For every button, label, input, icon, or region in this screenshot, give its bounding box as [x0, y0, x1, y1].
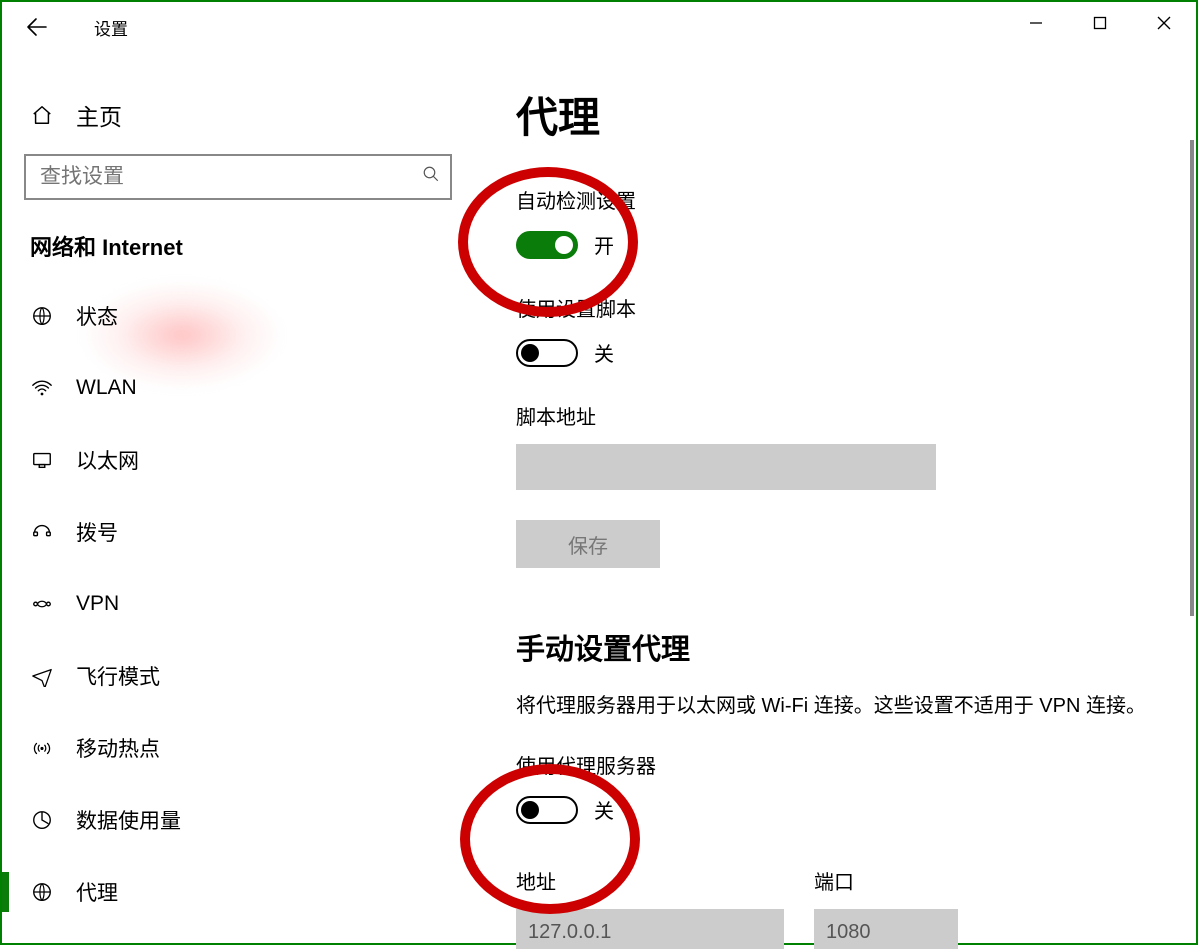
use-proxy-state: 关	[594, 795, 614, 824]
page-title: 代理	[516, 84, 1176, 145]
sidebar-item-status[interactable]: 状态	[2, 280, 474, 352]
sidebar-item-label: 移动热点	[76, 733, 160, 763]
app-title: 设置	[94, 15, 128, 40]
proxy-address-input	[516, 909, 784, 949]
auto-detect-label: 自动检测设置	[516, 185, 1176, 214]
wifi-icon	[30, 376, 54, 400]
hotspot-icon	[30, 736, 54, 760]
proxy-icon	[30, 880, 54, 904]
minimize-button[interactable]	[1004, 2, 1068, 44]
category-title: 网络和 Internet	[2, 200, 474, 280]
search-icon	[422, 165, 440, 189]
use-script-state: 关	[594, 338, 614, 367]
sidebar-item-vpn[interactable]: VPN	[2, 568, 474, 640]
sidebar-item-hotspot[interactable]: 移动热点	[2, 712, 474, 784]
sidebar-item-label: 状态	[76, 301, 118, 331]
content-pane: 代理 自动检测设置 开 使用设置脚本 关 脚本地址 保存 手动设置代理 将代理服…	[474, 52, 1196, 943]
status-icon	[30, 304, 54, 328]
address-label: 地址	[516, 866, 784, 895]
port-label: 端口	[814, 866, 958, 895]
use-script-toggle[interactable]	[516, 339, 578, 367]
sidebar-item-proxy[interactable]: 代理	[2, 856, 474, 928]
maximize-icon	[1093, 16, 1107, 30]
save-button-disabled: 保存	[516, 520, 660, 568]
sidebar-item-label: 代理	[76, 877, 118, 907]
save-button-label: 保存	[568, 530, 608, 559]
use-proxy-toggle[interactable]	[516, 796, 578, 824]
sidebar-item-label: 拨号	[76, 517, 118, 547]
sidebar: 主页 网络和 Internet 状态 WLAN	[2, 52, 474, 943]
close-button[interactable]	[1132, 2, 1196, 44]
home-label: 主页	[76, 98, 122, 132]
back-button[interactable]	[24, 7, 64, 47]
settings-window: 设置 主页	[0, 0, 1198, 945]
use-proxy-label: 使用代理服务器	[516, 750, 1176, 779]
auto-detect-state: 开	[594, 230, 614, 259]
sidebar-item-label: WLAN	[76, 376, 137, 400]
script-address-input	[516, 444, 936, 490]
proxy-port-input	[814, 909, 958, 949]
manual-section-desc: 将代理服务器用于以太网或 Wi-Fi 连接。这些设置不适用于 VPN 连接。	[516, 690, 1154, 722]
sidebar-item-dialup[interactable]: 拨号	[2, 496, 474, 568]
close-icon	[1157, 16, 1171, 30]
sidebar-item-label: 以太网	[76, 445, 139, 475]
search-box[interactable]	[24, 154, 452, 200]
minimize-icon	[1029, 16, 1043, 30]
sidebar-item-label: 飞行模式	[76, 661, 160, 691]
sidebar-item-label: VPN	[76, 592, 119, 616]
vpn-icon	[30, 592, 54, 616]
search-input[interactable]	[38, 164, 422, 190]
auto-detect-toggle[interactable]	[516, 231, 578, 259]
sidebar-item-datausage[interactable]: 数据使用量	[2, 784, 474, 856]
nav-list: 状态 WLAN 以太网 拨号 VPN	[2, 280, 474, 928]
maximize-button[interactable]	[1068, 2, 1132, 44]
use-script-label: 使用设置脚本	[516, 293, 1176, 322]
airplane-icon	[30, 664, 54, 688]
datausage-icon	[30, 808, 54, 832]
manual-section-title: 手动设置代理	[516, 626, 1176, 668]
sidebar-item-label: 数据使用量	[76, 805, 181, 835]
home-icon	[30, 103, 54, 127]
home-link[interactable]: 主页	[2, 82, 474, 148]
sidebar-item-airplane[interactable]: 飞行模式	[2, 640, 474, 712]
ethernet-icon	[30, 448, 54, 472]
back-arrow-icon	[24, 15, 48, 39]
scrollbar[interactable]	[1190, 140, 1194, 616]
script-address-label: 脚本地址	[516, 401, 1176, 430]
titlebar: 设置	[2, 2, 1196, 52]
sidebar-item-ethernet[interactable]: 以太网	[2, 424, 474, 496]
sidebar-item-wlan[interactable]: WLAN	[2, 352, 474, 424]
dialup-icon	[30, 520, 54, 544]
